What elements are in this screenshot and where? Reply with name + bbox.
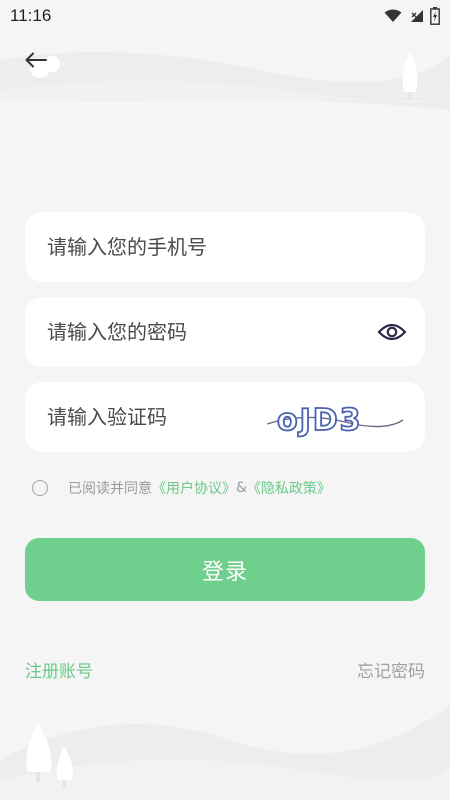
password-input[interactable] (47, 320, 403, 344)
password-field[interactable] (25, 297, 425, 367)
wifi-icon (384, 9, 402, 22)
phone-input[interactable] (47, 235, 403, 259)
privacy-policy-link[interactable]: 《隐私政策》 (247, 478, 331, 498)
captcha-text: oJD3 (277, 403, 363, 438)
agreement-connector: & (236, 480, 247, 496)
signal-icon (411, 10, 423, 22)
agreement-row: 已阅读并同意 《用户协议》 & 《隐私政策》 (32, 476, 331, 500)
verification-code-field[interactable]: oJD3 (25, 382, 425, 452)
login-button[interactable]: 登录 (25, 538, 425, 601)
register-link[interactable]: 注册账号 (25, 657, 93, 682)
eye-icon[interactable] (377, 321, 407, 343)
status-icons (384, 7, 440, 25)
captcha-image[interactable]: oJD3 (265, 392, 405, 442)
forgot-password-link[interactable]: 忘记密码 (357, 657, 425, 682)
agreement-prefix: 已阅读并同意 (68, 481, 152, 497)
status-time: 11:16 (10, 6, 52, 25)
arrow-left-icon (25, 52, 47, 68)
back-button[interactable] (20, 46, 52, 74)
user-agreement-link[interactable]: 《用户协议》 (152, 478, 236, 498)
phone-field[interactable] (25, 212, 425, 282)
status-bar: 11:16 (0, 0, 450, 32)
agreement-radio[interactable] (32, 480, 48, 496)
battery-icon (430, 7, 440, 25)
